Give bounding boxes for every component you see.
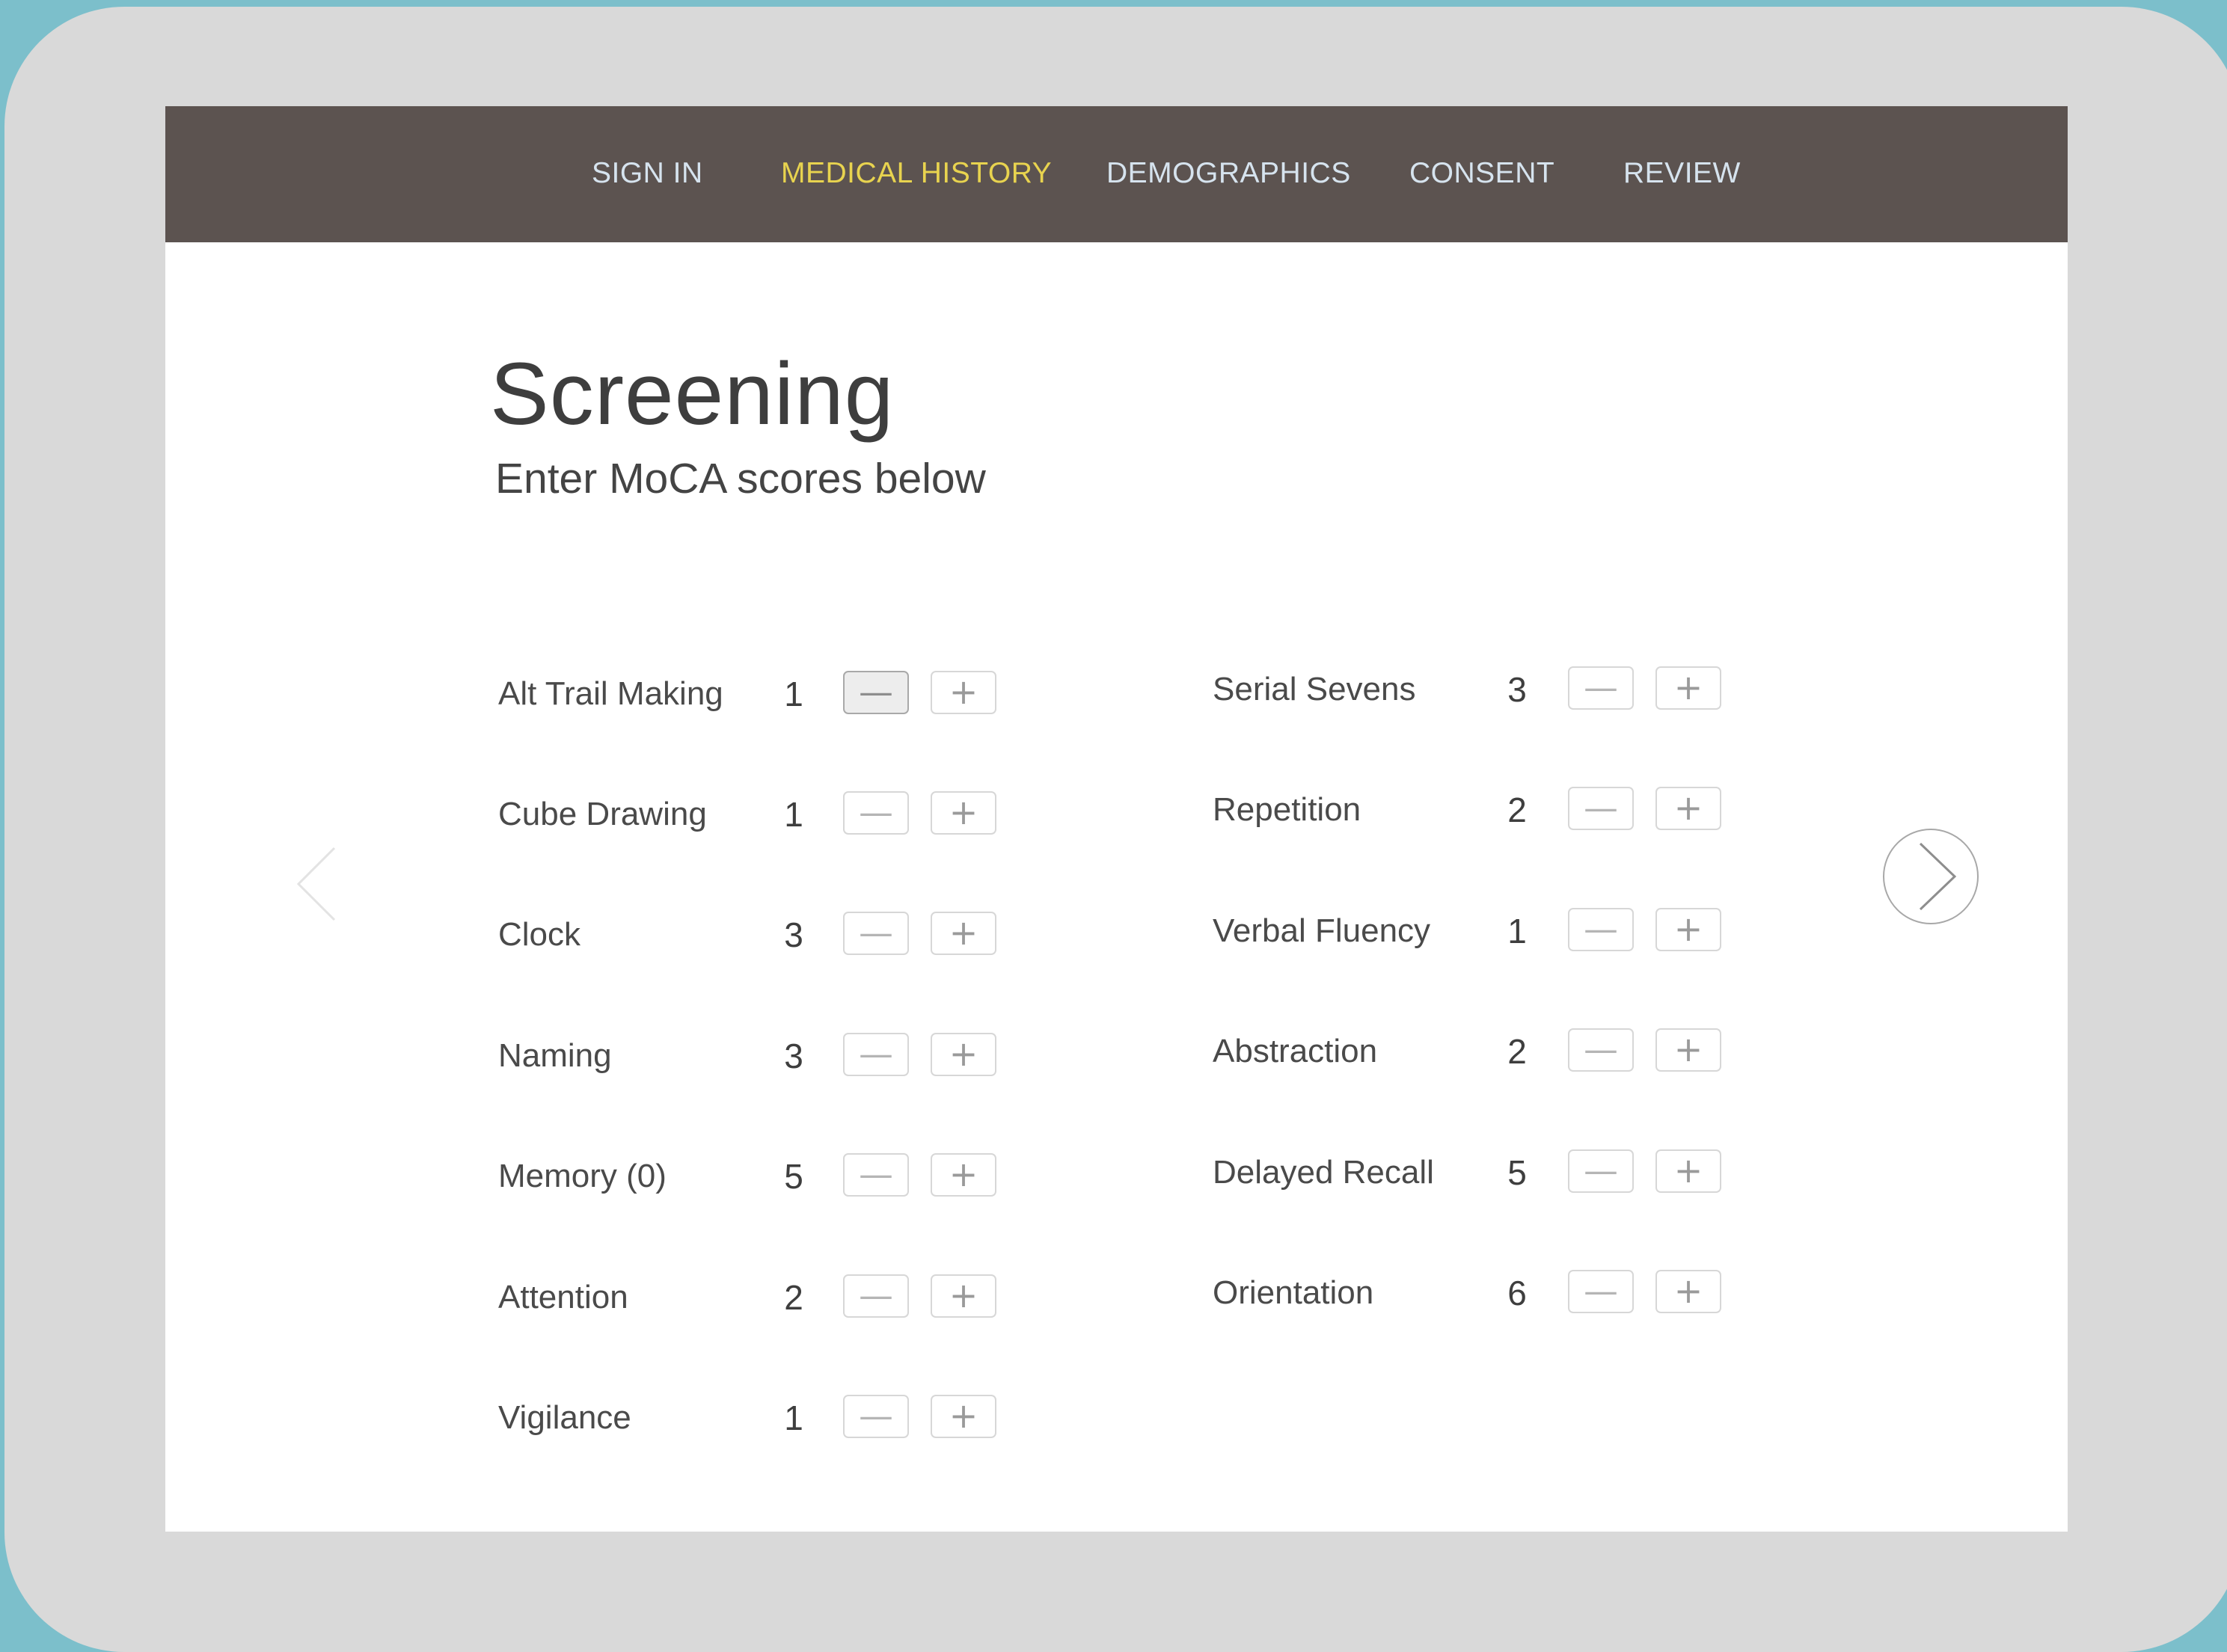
app-screen: SIGN IN MEDICAL HISTORY DEMOGRAPHICS CON… [165, 106, 2068, 1532]
nav-item-demographics[interactable]: DEMOGRAPHICS [1106, 153, 1351, 194]
nav-item-medical-history[interactable]: MEDICAL HISTORY [781, 153, 1052, 194]
increment-button[interactable]: + [931, 912, 996, 955]
decrement-button[interactable]: — [843, 912, 909, 955]
score-label: Clock [498, 916, 581, 953]
decrement-button[interactable]: — [1568, 908, 1634, 951]
decrement-button[interactable]: — [843, 671, 909, 714]
chevron-left-icon [296, 847, 336, 921]
score-label: Memory (0) [498, 1158, 667, 1194]
score-label: Orientation [1213, 1274, 1374, 1311]
decrement-button[interactable]: — [843, 791, 909, 835]
score-label: Attention [498, 1279, 628, 1315]
score-label: Cube Drawing [498, 796, 707, 832]
decrement-button[interactable]: — [1568, 1028, 1634, 1072]
score-value: 5 [1507, 1153, 1527, 1192]
score-label: Serial Sevens [1213, 671, 1416, 707]
score-label: Vigilance [498, 1399, 631, 1436]
page-title: Screening [490, 345, 895, 443]
increment-button[interactable]: + [1655, 1149, 1721, 1193]
increment-button[interactable]: + [1655, 666, 1721, 710]
next-page-button[interactable] [1883, 829, 1979, 924]
page-subtitle: Enter MoCA scores below [495, 455, 986, 503]
increment-button[interactable]: + [931, 1395, 996, 1438]
increment-button[interactable]: + [931, 1274, 996, 1318]
decrement-button[interactable]: — [1568, 1149, 1634, 1193]
score-label: Alt Trail Making [498, 675, 723, 712]
score-value: 1 [1507, 912, 1527, 951]
decrement-button[interactable]: — [843, 1033, 909, 1076]
decrement-button[interactable]: — [843, 1395, 909, 1438]
top-navigation: SIGN IN MEDICAL HISTORY DEMOGRAPHICS CON… [165, 106, 2068, 242]
increment-button[interactable]: + [931, 1153, 996, 1197]
previous-page-button[interactable] [278, 839, 352, 929]
score-label: Verbal Fluency [1213, 912, 1431, 949]
score-value: 2 [1507, 790, 1527, 829]
increment-button[interactable]: + [1655, 908, 1721, 951]
increment-button[interactable]: + [931, 671, 996, 714]
score-label: Repetition [1213, 791, 1361, 828]
increment-button[interactable]: + [1655, 787, 1721, 830]
chevron-right-icon [1919, 842, 1957, 911]
score-value: 1 [784, 1398, 803, 1437]
score-value: 2 [784, 1278, 803, 1317]
score-value: 1 [784, 795, 803, 834]
score-value: 3 [1507, 670, 1527, 709]
score-value: 1 [784, 675, 803, 713]
score-label: Abstraction [1213, 1033, 1378, 1069]
decrement-button[interactable]: — [1568, 1270, 1634, 1313]
increment-button[interactable]: + [1655, 1270, 1721, 1313]
nav-item-sign-in[interactable]: SIGN IN [592, 153, 703, 194]
score-value: 6 [1507, 1274, 1527, 1312]
increment-button[interactable]: + [931, 1033, 996, 1076]
score-value: 2 [1507, 1032, 1527, 1071]
decrement-button[interactable]: — [1568, 787, 1634, 830]
nav-item-consent[interactable]: CONSENT [1409, 153, 1554, 194]
score-value: 3 [784, 915, 803, 954]
score-label: Naming [498, 1037, 612, 1074]
decrement-button[interactable]: — [843, 1153, 909, 1197]
decrement-button[interactable]: — [1568, 666, 1634, 710]
increment-button[interactable]: + [931, 791, 996, 835]
decrement-button[interactable]: — [843, 1274, 909, 1318]
nav-item-review[interactable]: REVIEW [1623, 153, 1741, 194]
score-label: Delayed Recall [1213, 1154, 1434, 1191]
score-value: 5 [784, 1157, 803, 1196]
increment-button[interactable]: + [1655, 1028, 1721, 1072]
score-value: 3 [784, 1037, 803, 1075]
